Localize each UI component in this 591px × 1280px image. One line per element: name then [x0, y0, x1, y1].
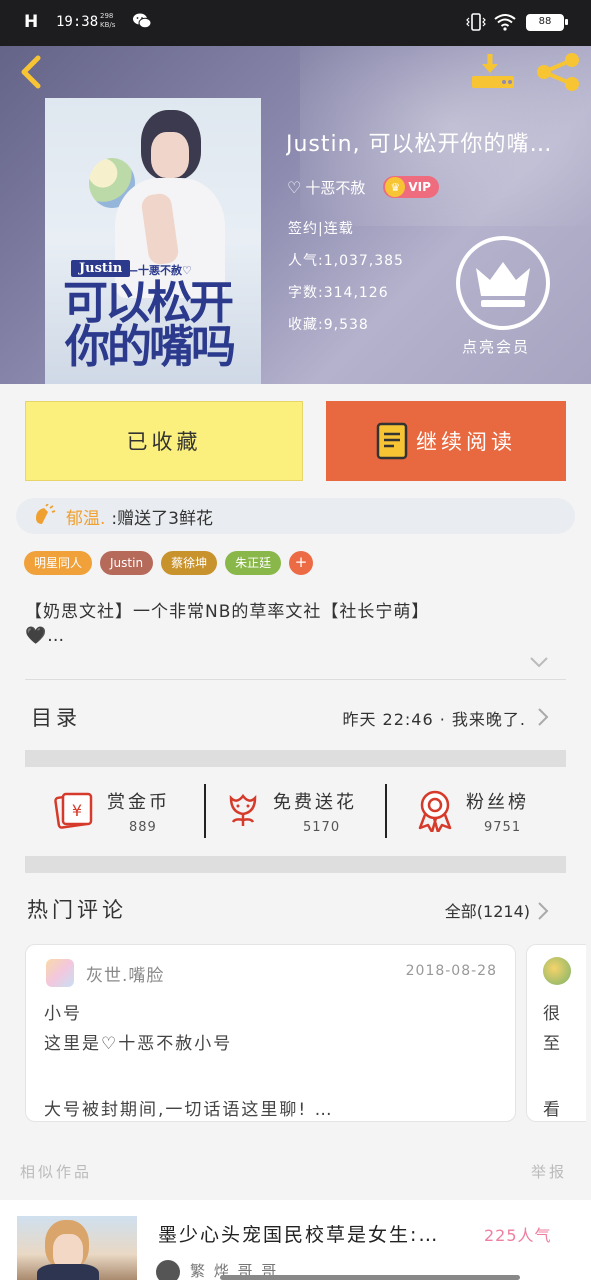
section-separator [25, 856, 566, 873]
similar-book-popularity: 225人气 [484, 1226, 552, 1245]
author-row[interactable]: ♡ 十恶不赦 ♛ VIP [287, 174, 439, 200]
gift-text: :赠送了3鲜花 [111, 508, 213, 529]
similar-works-label: 相似作品 [20, 1163, 93, 1181]
comment-text-line: 至 [543, 1034, 560, 1054]
cover-title-line2: 你的嘴吗 [65, 320, 236, 373]
comment-text-line: 很 [543, 1004, 560, 1024]
fan-ranking[interactable]: 粉丝榜 9751 [388, 772, 566, 848]
comment-card[interactable]: 很 至 看 [526, 944, 586, 1122]
book-icon [376, 422, 408, 460]
avatar[interactable] [543, 957, 571, 985]
stat-label: 免费送花 [273, 792, 357, 813]
toc-label: 目录 [31, 706, 81, 730]
chevron-right-icon[interactable] [536, 900, 550, 922]
tag-item[interactable]: 明星同人 [24, 551, 93, 575]
book-word-count: 字数:314,126 [288, 285, 389, 301]
intro-line: 【奶思文社】一个非常NB的草率文社【社长宁萌】 [25, 602, 430, 622]
table-of-contents-row[interactable]: 目录 昨天 22:46 · 我来晚了. [25, 692, 566, 742]
vip-action-label[interactable]: 点亮会员 [462, 336, 530, 357]
chevron-down-icon[interactable] [528, 654, 550, 670]
section-separator [25, 750, 566, 767]
cover-tag: Justin [71, 260, 131, 277]
download-icon[interactable] [470, 52, 516, 92]
svg-text:¥: ¥ [72, 801, 82, 820]
intro-line: 🖤… [25, 626, 66, 646]
comment-text-line: 看 [543, 1100, 560, 1120]
avatar[interactable] [46, 959, 74, 987]
scroll-indicator [220, 1275, 520, 1280]
battery-icon: 88 [526, 14, 568, 31]
tag-item[interactable]: 朱正廷 [225, 551, 282, 575]
net-speed-unit: KB/s [100, 21, 116, 29]
stat-value: 889 [129, 820, 157, 835]
vibrate-icon [466, 13, 486, 31]
clap-icon [36, 504, 56, 524]
gift-notice[interactable]: 郁温. :赠送了3鲜花 [16, 498, 575, 534]
vip-crown-button[interactable] [456, 236, 550, 330]
share-icon[interactable] [534, 52, 582, 92]
comment-text-line: 小号 [44, 1004, 82, 1024]
red-envelope-icon: ¥ [54, 792, 93, 829]
comment-text-line: 大号被封期间,一切话语这里聊! … [44, 1100, 334, 1120]
continue-reading-button[interactable]: 继续阅读 [326, 401, 566, 481]
flower-icon [229, 793, 257, 826]
free-flowers[interactable]: 免费送花 5170 [207, 772, 385, 848]
hot-comments-title: 热门评论 [27, 898, 127, 922]
stat-divider [385, 784, 387, 838]
avatar [156, 1260, 180, 1280]
report-link[interactable]: 举报 [531, 1161, 567, 1182]
hot-comments-header: 热门评论 全部(1214) [25, 892, 566, 928]
author-name: 十恶不赦 [305, 178, 366, 197]
wifi-icon [494, 14, 516, 31]
cover-figure-face [151, 132, 189, 178]
similar-book-item[interactable]: 墨少心头宠国民校草是女生:… 225人气 繁 烨 哥 哥 [0, 1200, 591, 1280]
thumb-body [37, 1264, 99, 1280]
comment-user[interactable]: 灰世.嘴脸 [86, 961, 164, 986]
collected-button[interactable]: 已收藏 [25, 401, 303, 481]
continue-reading-label: 继续阅读 [416, 430, 516, 454]
status-bar: H 19:38 298 KB/s 88 [0, 0, 591, 46]
tag-list: 明星同人 Justin 蔡徐坤 朱正廷 + [24, 551, 314, 575]
tag-item[interactable]: 蔡徐坤 [161, 551, 218, 575]
signal-indicator: H [24, 12, 38, 32]
comment-card[interactable]: 灰世.嘴脸 2018-08-28 小号 这里是♡十恶不赦小号 大号被封期间,一切… [25, 944, 516, 1122]
heart-icon: ♡ [287, 177, 302, 197]
vip-label: VIP [408, 180, 431, 194]
similar-book-title: 墨少心头宠国民校草是女生:… [158, 1224, 440, 1246]
similar-book-cover[interactable] [17, 1216, 137, 1280]
reward-stats: ¥ 赏金币 889 免费送花 5170 粉丝榜 9751 [25, 772, 566, 848]
chevron-left-icon[interactable] [14, 52, 50, 92]
net-speed: 298 KB/s [100, 12, 115, 30]
net-speed-value: 298 [100, 12, 114, 20]
clock: 19:38 [56, 14, 99, 30]
reward-coins[interactable]: ¥ 赏金币 889 [25, 772, 205, 848]
book-favorites: 收藏:9,538 [288, 317, 369, 333]
book-title: Justin, 可以松开你的嘴… [286, 132, 553, 157]
medal-icon [418, 790, 452, 832]
stat-label: 赏金币 [107, 792, 170, 813]
wechat-icon [133, 13, 152, 29]
latest-chapter: 昨天 22:46 · 我来晚了. [342, 710, 526, 729]
crown-icon [476, 262, 530, 307]
stat-divider [204, 784, 206, 838]
crown-icon: ♛ [385, 177, 406, 197]
add-tag-button[interactable]: + [289, 551, 314, 575]
stat-value: 5170 [303, 820, 341, 835]
vip-badge: ♛ VIP [383, 176, 439, 198]
all-comments-link[interactable]: 全部(1214) [445, 898, 530, 922]
book-status: 签约|连载 [288, 221, 354, 237]
book-intro[interactable]: 【奶思文社】一个非常NB的草率文社【社长宁萌】 🖤… [25, 600, 565, 648]
divider [25, 679, 566, 680]
book-popularity: 人气:1,037,385 [288, 253, 404, 269]
comment-date: 2018-08-28 [405, 963, 497, 979]
gift-user: 郁温. [66, 508, 106, 529]
book-header: Justin —十悪不赦♡ 可以松开 你的嘴吗 Justin, 可以松开你的嘴…… [0, 46, 591, 384]
stat-label: 粉丝榜 [466, 792, 529, 813]
tag-item[interactable]: Justin [100, 551, 154, 575]
book-cover[interactable]: Justin —十悪不赦♡ 可以松开 你的嘴吗 [45, 98, 261, 384]
stat-value: 9751 [484, 820, 522, 835]
comment-text-line: 这里是♡十恶不赦小号 [44, 1034, 233, 1054]
chevron-right-icon [538, 708, 549, 726]
